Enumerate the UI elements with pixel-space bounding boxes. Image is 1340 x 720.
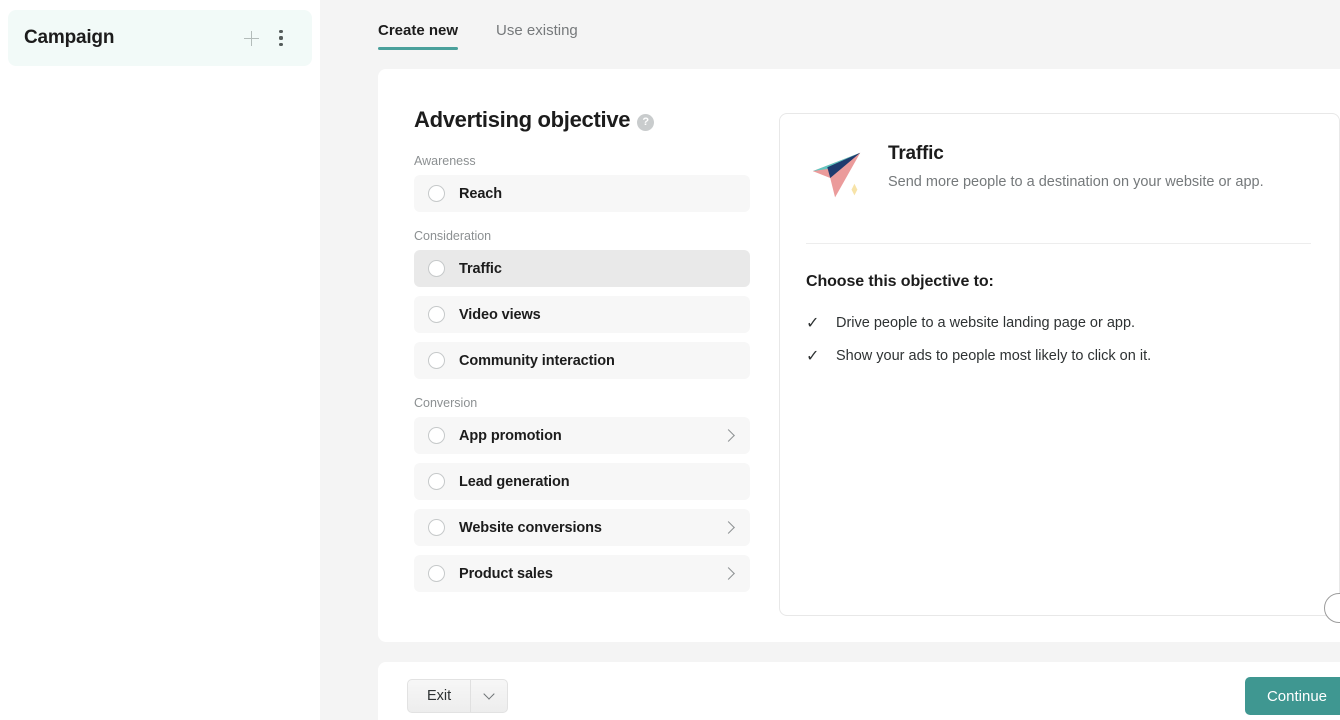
chevron-right-icon[interactable] <box>722 567 735 580</box>
group-label-awareness: Awareness <box>414 154 476 168</box>
help-icon[interactable]: ? <box>637 113 655 131</box>
advertising-objective-column: Advertising objective ? Awareness Reach … <box>414 107 750 616</box>
exit-button[interactable]: Exit <box>408 680 470 712</box>
benefit-item: ✓ Show your ads to people most likely to… <box>806 347 1311 367</box>
option-label: Traffic <box>459 260 502 277</box>
radio-icon[interactable] <box>428 260 445 277</box>
option-label: Video views <box>459 306 541 323</box>
group-label-consideration: Consideration <box>414 229 492 243</box>
check-icon: ✓ <box>806 315 820 332</box>
continue-button[interactable]: Continue <box>1245 677 1340 715</box>
page-title: Advertising objective <box>414 107 631 132</box>
option-lead-generation[interactable]: Lead generation <box>414 463 750 500</box>
tab-bar: Create new Use existing <box>378 0 616 69</box>
radio-icon[interactable] <box>428 519 445 536</box>
footer-action-bar: Exit Continue <box>378 662 1340 720</box>
exit-dropdown-toggle[interactable] <box>470 680 507 712</box>
option-label: Reach <box>459 185 503 202</box>
radio-icon[interactable] <box>428 565 445 582</box>
radio-icon[interactable] <box>428 427 445 444</box>
group-label-conversion: Conversion <box>414 396 478 410</box>
tab-use-existing[interactable]: Use existing <box>496 22 578 50</box>
option-label: Community interaction <box>459 352 615 369</box>
tab-create-new[interactable]: Create new <box>378 22 459 50</box>
option-label: Product sales <box>459 565 553 582</box>
detail-description: Send more people to a destination on you… <box>888 174 1264 190</box>
option-traffic[interactable]: Traffic <box>414 250 750 287</box>
benefit-text: Show your ads to people most likely to c… <box>836 348 1152 364</box>
sidebar-more-options-button[interactable] <box>268 25 294 51</box>
check-icon: ✓ <box>806 348 820 365</box>
option-community-interaction[interactable]: Community interaction <box>414 342 750 379</box>
option-label: App promotion <box>459 427 562 444</box>
benefit-text: Drive people to a website landing page o… <box>836 315 1136 331</box>
option-website-conversions[interactable]: Website conversions <box>414 509 750 546</box>
chevron-right-icon[interactable] <box>722 429 735 442</box>
objective-heading-row: Advertising objective ? <box>414 107 750 133</box>
kebab-menu-icon <box>279 30 283 46</box>
add-campaign-button[interactable] <box>238 25 264 51</box>
main-content-card: Advertising objective ? Awareness Reach … <box>378 69 1340 642</box>
radio-icon[interactable] <box>428 352 445 369</box>
option-product-sales[interactable]: Product sales <box>414 555 750 592</box>
choose-objective-title: Choose this objective to: <box>806 273 994 290</box>
sidebar-header: Campaign <box>8 10 312 66</box>
sidebar: Campaign <box>0 0 320 720</box>
detail-title: Traffic <box>888 143 944 164</box>
benefit-item: ✓ Drive people to a website landing page… <box>806 314 1311 334</box>
option-app-promotion[interactable]: App promotion <box>414 417 750 454</box>
objective-detail-panel: Traffic Send more people to a destinatio… <box>779 113 1340 616</box>
chevron-right-icon[interactable] <box>722 521 735 534</box>
radio-icon[interactable] <box>428 306 445 323</box>
sidebar-title: Campaign <box>24 27 115 48</box>
plus-icon <box>243 30 259 46</box>
divider <box>806 243 1311 244</box>
radio-icon[interactable] <box>428 473 445 490</box>
option-label: Website conversions <box>459 519 602 536</box>
paper-plane-icon <box>812 152 861 198</box>
radio-icon[interactable] <box>428 185 445 202</box>
option-video-views[interactable]: Video views <box>414 296 750 333</box>
option-label: Lead generation <box>459 473 570 490</box>
option-reach[interactable]: Reach <box>414 175 750 212</box>
exit-split-button: Exit <box>407 679 509 713</box>
chevron-down-icon <box>483 688 495 700</box>
